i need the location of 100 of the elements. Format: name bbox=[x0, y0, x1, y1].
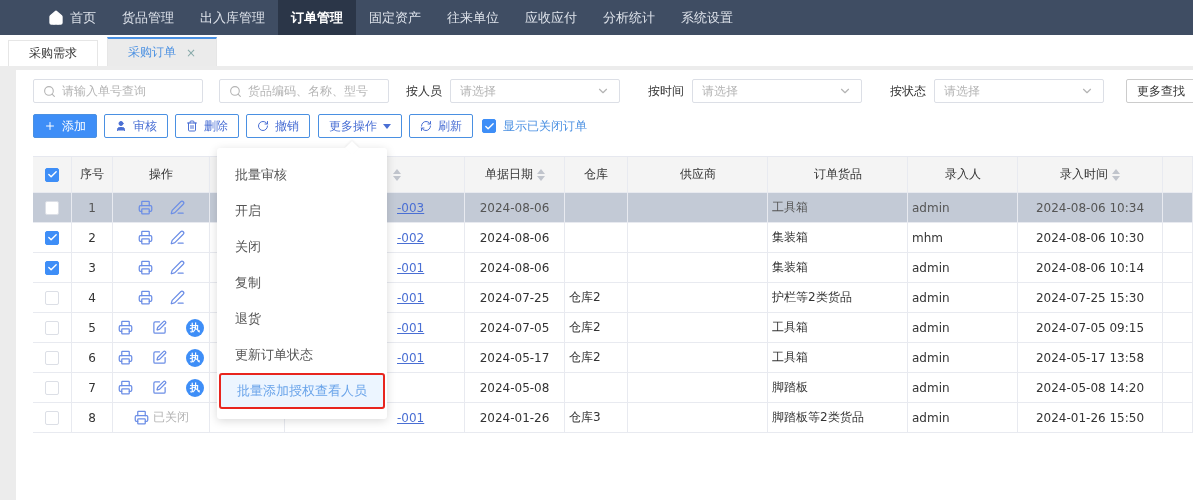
toolbar-button[interactable]: 添加 bbox=[33, 114, 97, 138]
nav-item[interactable]: 固定资产 bbox=[356, 0, 434, 35]
pencil-icon[interactable] bbox=[169, 290, 185, 305]
menu-item[interactable]: 关闭 bbox=[217, 229, 387, 265]
select-all-checkbox[interactable] bbox=[45, 167, 59, 182]
table-cell: 2024-01-26 bbox=[465, 403, 565, 433]
filter-label: 按人员 bbox=[406, 82, 442, 100]
execute-badge[interactable]: 执 bbox=[186, 318, 204, 337]
table-cell: 2024-08-06 bbox=[465, 193, 565, 223]
table-cell bbox=[1163, 193, 1193, 223]
toolbar-button[interactable]: 撤销 bbox=[246, 114, 310, 138]
checkbox[interactable] bbox=[482, 119, 496, 133]
table-cell: 仓库3 bbox=[565, 403, 628, 433]
pencil-icon[interactable] bbox=[169, 260, 185, 275]
row-checkbox[interactable] bbox=[45, 260, 59, 275]
table-cell: 2024-05-08 14:20 bbox=[1018, 373, 1163, 403]
menu-item[interactable]: 更新订单状态 bbox=[217, 337, 387, 373]
table-cell: admin bbox=[908, 193, 1018, 223]
print-icon[interactable] bbox=[118, 380, 133, 395]
table-cell: 4 bbox=[72, 283, 113, 313]
column-title: 序号 bbox=[80, 166, 104, 183]
table-cell: 2024-08-06 10:30 bbox=[1018, 223, 1163, 253]
order-link[interactable]: -001 bbox=[397, 260, 425, 275]
order-link[interactable]: -001 bbox=[397, 290, 425, 305]
search-icon bbox=[229, 84, 242, 98]
table-cell: 2024-05-17 13:58 bbox=[1018, 343, 1163, 373]
nav-item[interactable]: 出入库管理 bbox=[187, 0, 278, 35]
column-title: 供应商 bbox=[679, 166, 716, 183]
table-cell: 工具箱 bbox=[768, 313, 908, 343]
print-icon[interactable] bbox=[137, 200, 153, 215]
nav-item[interactable]: 系统设置 bbox=[668, 0, 746, 35]
order-link[interactable]: -001 bbox=[397, 410, 425, 425]
refresh-icon bbox=[420, 120, 432, 132]
table-cell: 2024-08-06 10:14 bbox=[1018, 253, 1163, 283]
home-icon bbox=[48, 9, 64, 26]
print-icon[interactable] bbox=[137, 260, 153, 275]
execute-badge[interactable]: 执 bbox=[186, 378, 204, 397]
edit-icon[interactable] bbox=[152, 350, 167, 365]
pencil-icon[interactable] bbox=[169, 200, 185, 215]
table-cell: 集装箱 bbox=[768, 223, 908, 253]
column-title: 仓库 bbox=[584, 166, 608, 183]
table-cell: admin bbox=[908, 283, 1018, 313]
print-icon[interactable] bbox=[118, 350, 133, 365]
toolbar-button[interactable]: 删除 bbox=[175, 114, 239, 138]
menu-item[interactable]: 开启 bbox=[217, 193, 387, 229]
nav-item[interactable]: 货品管理 bbox=[109, 0, 187, 35]
menu-item[interactable]: 复制 bbox=[217, 265, 387, 301]
table-cell: 7 bbox=[72, 373, 113, 403]
sort-icon[interactable] bbox=[1112, 168, 1120, 181]
toolbar-button[interactable]: 更多操作 bbox=[318, 114, 402, 138]
table-cell: 8 bbox=[72, 403, 113, 433]
user-icon bbox=[115, 120, 127, 132]
table-cell: 工具箱 bbox=[768, 193, 908, 223]
print-icon[interactable] bbox=[137, 230, 153, 245]
sort-icon[interactable] bbox=[393, 168, 401, 181]
table-cell: 2 bbox=[72, 223, 113, 253]
table-cell: 1 bbox=[72, 193, 113, 223]
table-cell: 3 bbox=[72, 253, 113, 283]
column-title: 操作 bbox=[149, 166, 173, 183]
toolbar-button[interactable]: 审核 bbox=[104, 114, 168, 138]
execute-badge[interactable]: 执 bbox=[186, 348, 204, 367]
order-link[interactable]: -003 bbox=[397, 200, 425, 215]
page-tab[interactable]: 采购需求 bbox=[8, 40, 98, 66]
print-icon[interactable] bbox=[137, 290, 153, 305]
table-cell bbox=[565, 223, 628, 253]
table-cell: 仓库2 bbox=[565, 283, 628, 313]
table-cell: 仓库2 bbox=[565, 313, 628, 343]
print-icon[interactable] bbox=[118, 320, 133, 335]
pencil-icon[interactable] bbox=[169, 230, 185, 245]
filter-label: 按状态 bbox=[890, 82, 926, 100]
table-cell: 仓库2 bbox=[565, 343, 628, 373]
order-link[interactable]: -001 bbox=[397, 350, 425, 365]
print-icon[interactable] bbox=[133, 410, 149, 425]
caret-icon bbox=[383, 123, 391, 129]
sort-icon[interactable] bbox=[536, 168, 545, 181]
toolbar-button[interactable]: 刷新 bbox=[409, 114, 473, 138]
table-cell: 脚踏板 bbox=[768, 373, 908, 403]
plus-icon bbox=[44, 120, 56, 132]
nav-item[interactable]: 往来单位 bbox=[434, 0, 512, 35]
edit-icon[interactable] bbox=[152, 320, 167, 335]
menu-item[interactable]: 批量审核 bbox=[217, 157, 387, 193]
row-checkbox[interactable] bbox=[45, 230, 59, 245]
more-search-button[interactable]: 更多查找 bbox=[1126, 79, 1193, 103]
nav-item[interactable]: 应收应付 bbox=[512, 0, 590, 35]
nav-item[interactable]: 订单管理 bbox=[278, 0, 356, 35]
table-cell: mhm bbox=[908, 223, 1018, 253]
checkbox-label[interactable]: 显示已关闭订单 bbox=[503, 117, 587, 135]
nav-item[interactable]: 分析统计 bbox=[590, 0, 668, 35]
order-link[interactable]: -002 bbox=[397, 230, 425, 245]
table-cell: 2024-07-05 09:15 bbox=[1018, 313, 1163, 343]
page-tab[interactable]: 采购订单 × bbox=[107, 37, 218, 66]
edit-icon[interactable] bbox=[152, 380, 167, 395]
table-cell: 2024-07-25 15:30 bbox=[1018, 283, 1163, 313]
nav-item[interactable]: 首页 bbox=[35, 0, 109, 35]
menu-item[interactable]: 退货 bbox=[217, 301, 387, 337]
table-cell: admin bbox=[908, 373, 1018, 403]
table-cell: 护栏等2类货品 bbox=[768, 283, 908, 313]
table-cell: 2024-07-25 bbox=[465, 283, 565, 313]
trash-icon bbox=[186, 120, 198, 132]
order-link[interactable]: -001 bbox=[397, 320, 425, 335]
